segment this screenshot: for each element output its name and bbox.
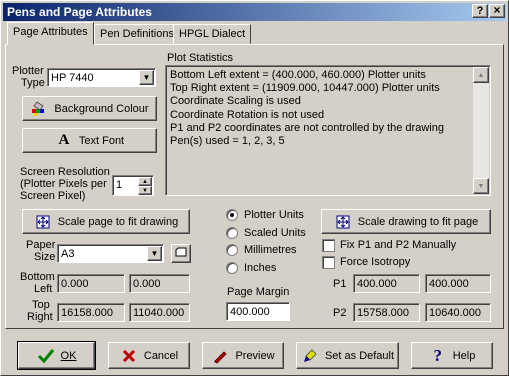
scroll-down-icon[interactable]: ▼ <box>473 178 489 194</box>
p2-y-value: 10640.000 <box>429 307 481 319</box>
background-colour-button[interactable]: Background Colour <box>22 96 157 121</box>
plotter-type-value: HP 7440 <box>51 72 94 84</box>
screen-resolution-spinner[interactable]: 1 ▲ ▼ <box>112 175 154 196</box>
stat-line: P1 and P2 coordinates are not controlled… <box>170 121 444 134</box>
top-right-x-value: 16158.000 <box>61 307 113 319</box>
stat-line: Coordinate Scaling is used <box>170 95 301 108</box>
fit-arrows-icon <box>334 213 352 231</box>
fix-p1p2-checkbox[interactable] <box>322 239 335 252</box>
vertical-scrollbar[interactable]: ▲ ▼ <box>473 67 489 194</box>
p1-label: P1 <box>333 278 347 290</box>
scale-drawing-button[interactable]: Scale drawing to fit page <box>321 209 491 234</box>
plotter-type-label-2: Type <box>21 77 45 89</box>
page-margin-label: Page Margin <box>227 286 290 298</box>
tab-page-attributes[interactable]: Page Attributes <box>7 22 94 45</box>
ok-label: OK <box>60 349 77 362</box>
window-title: Pens and Page Attributes <box>7 5 152 19</box>
preview-label: Preview <box>235 349 275 362</box>
bottom-left-y-field[interactable]: 0.000 <box>129 274 190 293</box>
scroll-up-icon[interactable]: ▲ <box>473 67 489 83</box>
radio-label-inches: Inches <box>244 262 277 274</box>
set-as-default-label: Set as Default <box>324 349 395 362</box>
screen-resolution-value: 1 <box>116 179 123 191</box>
stat-line: Coordinate Rotation is not used <box>170 108 325 121</box>
help-label: Help <box>452 349 476 362</box>
radio-label-scaled-units: Scaled Units <box>244 227 306 239</box>
bottom-left-y-value: 0.000 <box>133 278 161 290</box>
plot-statistics-text: Bottom Left extent = (400.000, 460.000) … <box>170 69 444 148</box>
radio-plotter-units[interactable] <box>226 209 238 221</box>
plot-statistics-box[interactable]: Bottom Left extent = (400.000, 460.000) … <box>165 65 491 196</box>
red-x-icon <box>120 347 138 365</box>
p1-y-field[interactable]: 400.000 <box>425 274 491 293</box>
tab-pen-definitions[interactable]: Pen Definitions <box>94 24 180 44</box>
text-font-button[interactable]: A Text Font <box>22 128 157 153</box>
background-colour-label: Background Colour <box>54 102 149 115</box>
page-margin-input[interactable]: 400.000 <box>226 302 290 321</box>
brush-icon <box>301 347 319 365</box>
paper-size-select[interactable]: A3 ▼ <box>57 244 164 263</box>
paper-size-value: A3 <box>61 248 75 260</box>
scale-page-label: Scale page to fit drawing <box>57 215 179 228</box>
p1-x-field[interactable]: 400.000 <box>353 274 420 293</box>
top-right-y-value: 11040.000 <box>133 307 185 319</box>
force-isotropy-label: Force Isotropy <box>340 256 411 268</box>
p1-x-value: 400.000 <box>357 278 397 290</box>
set-as-default-button[interactable]: Set as Default <box>296 342 399 369</box>
paint-bucket-icon <box>30 100 48 118</box>
tab-hpgl-dialect[interactable]: HPGL Dialect <box>173 24 252 44</box>
radio-label-millimetres: Millimetres <box>244 244 297 256</box>
fit-arrows-icon <box>34 213 52 231</box>
p1-y-value: 400.000 <box>429 278 469 290</box>
stat-line: Bottom Left extent = (400.000, 460.000) … <box>170 69 426 81</box>
title-bar: Pens and Page Attributes <box>3 3 506 21</box>
stat-line: Top Right extent = (11909.000, 10447.000… <box>170 82 440 95</box>
radio-millimetres[interactable] <box>226 244 238 256</box>
close-button[interactable]: × <box>489 4 505 18</box>
checkmark-icon <box>37 347 55 365</box>
scale-drawing-label: Scale drawing to fit page <box>357 215 479 228</box>
radio-scaled-units[interactable] <box>226 227 238 239</box>
plotter-type-select[interactable]: HP 7440 ▼ <box>47 68 156 87</box>
top-right-x-field[interactable]: 16158.000 <box>57 303 125 322</box>
question-icon: ? <box>433 345 442 365</box>
plot-statistics-title: Plot Statistics <box>167 52 234 64</box>
bottom-left-x-field[interactable]: 0.000 <box>57 274 125 293</box>
help-title-button[interactable]: ? <box>472 4 488 18</box>
pen-icon <box>211 347 229 365</box>
page-margin-value: 400.000 <box>230 306 270 318</box>
bottom-left-x-value: 0.000 <box>61 278 89 290</box>
radio-inches[interactable] <box>226 262 238 274</box>
text-font-label: Text Font <box>78 134 125 147</box>
force-isotropy-checkbox[interactable] <box>322 256 335 269</box>
paper-orientation-button[interactable] <box>171 244 191 263</box>
chevron-down-icon[interactable]: ▼ <box>139 70 154 85</box>
stat-line: Pen(s) used = 1, 2, 3, 5 <box>170 135 285 148</box>
spin-down-icon[interactable]: ▼ <box>138 186 152 195</box>
top-right-label-2: Right <box>27 311 53 323</box>
cancel-button[interactable]: Cancel <box>108 342 190 369</box>
cancel-label: Cancel <box>143 349 179 362</box>
help-button[interactable]: ? Help <box>411 342 493 369</box>
font-a-icon: A <box>58 132 70 148</box>
page-landscape-icon <box>175 247 187 260</box>
p2-x-value: 15758.000 <box>357 307 409 319</box>
radio-label-plotter-units: Plotter Units <box>244 209 304 221</box>
preview-button[interactable]: Preview <box>202 342 284 369</box>
paper-size-label-2: Size <box>34 251 56 263</box>
p2-label: P2 <box>333 307 347 319</box>
chevron-down-icon[interactable]: ▼ <box>147 246 162 261</box>
dialog-window: Pens and Page Attributes ? × Page Attrib… <box>0 0 509 376</box>
p2-y-field[interactable]: 10640.000 <box>425 303 491 322</box>
bottom-left-label-2: Left <box>34 283 53 295</box>
fix-p1p2-label: Fix P1 and P2 Manually <box>340 239 457 251</box>
screen-resolution-label-3: Screen Pixel) <box>20 190 86 202</box>
ok-button[interactable]: OK <box>17 341 96 370</box>
top-right-y-field[interactable]: 11040.000 <box>129 303 190 322</box>
scale-page-button[interactable]: Scale page to fit drawing <box>22 209 190 234</box>
p2-x-field[interactable]: 15758.000 <box>353 303 420 322</box>
